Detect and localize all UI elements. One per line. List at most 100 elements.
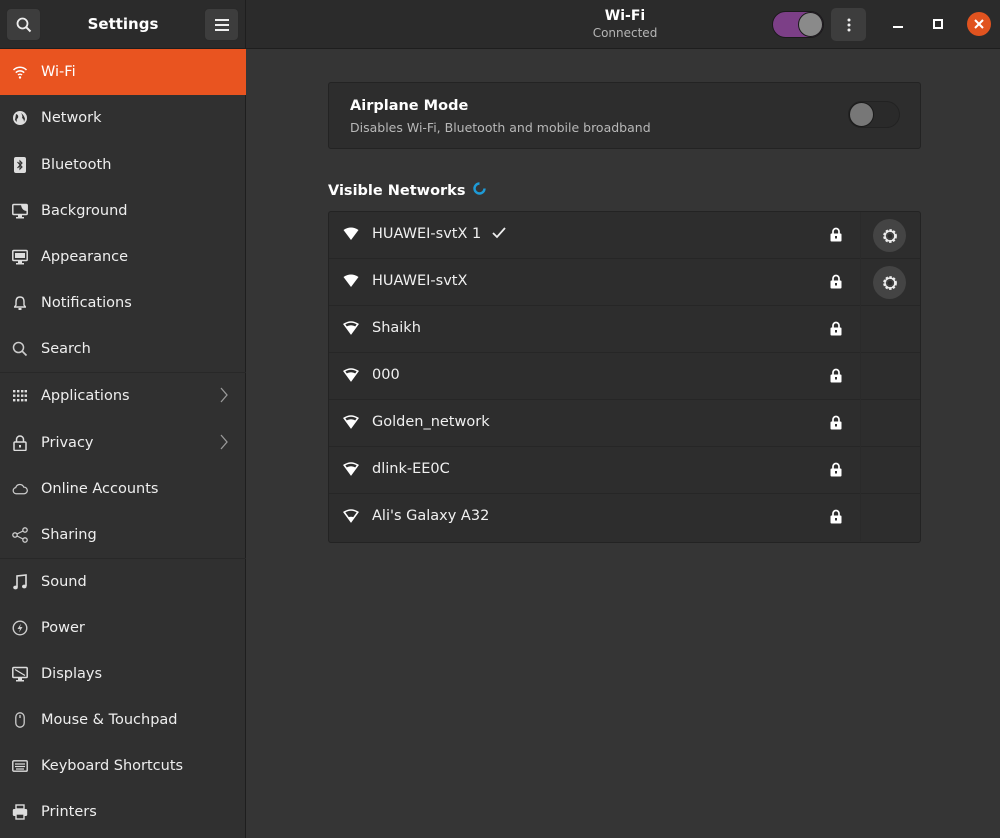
lock-icon (830, 509, 842, 528)
network-settings-cell (860, 447, 920, 494)
sidebar-item-label: Mouse & Touchpad (41, 712, 178, 728)
wifi-icon (12, 64, 28, 80)
network-row[interactable]: dlink-EE0C (329, 447, 920, 494)
wifi-toggle[interactable] (772, 11, 824, 38)
lock-icon (830, 227, 842, 246)
network-settings-cell (860, 494, 920, 541)
sidebar-item-label: Wi-Fi (41, 64, 76, 80)
network-row[interactable]: Ali's Galaxy A32 (329, 494, 920, 541)
sidebar-item-bluetooth[interactable]: Bluetooth (0, 142, 246, 188)
close-button[interactable] (967, 12, 991, 36)
visible-networks-title: Visible Networks (328, 182, 466, 199)
mouse-icon (12, 712, 28, 728)
search-icon (12, 341, 28, 357)
bluetooth-icon (12, 157, 28, 173)
wifi-signal-good-icon (343, 321, 359, 339)
lock-icon (830, 321, 842, 340)
sidebar-item-applications[interactable]: Applications (0, 373, 246, 419)
sidebar-item-search[interactable]: Search (0, 326, 246, 372)
network-name: Shaikh (372, 320, 421, 336)
loading-spinner-icon (473, 182, 487, 199)
chevron-right-icon (220, 387, 228, 407)
sidebar-header: Settings (0, 0, 246, 49)
sidebar-item-privacy[interactable]: Privacy (0, 420, 246, 466)
display-icon (12, 666, 28, 682)
wifi-signal-full-icon (343, 274, 359, 292)
main-menu-button[interactable] (204, 8, 239, 41)
sidebar-item-sound[interactable]: Sound (0, 559, 246, 605)
sidebar-item-printers[interactable]: Printers (0, 789, 246, 835)
sidebar-item-label: Privacy (41, 435, 94, 451)
sidebar-item-label: Power (41, 620, 85, 636)
background-icon (12, 203, 28, 219)
hamburger-menu-icon (214, 18, 229, 31)
checkmark-icon (492, 227, 506, 239)
airplane-mode-toggle[interactable] (848, 101, 900, 128)
main-panel: Airplane Mode Disables Wi-Fi, Bluetooth … (247, 49, 1000, 838)
network-name: 000 (372, 367, 400, 383)
network-row[interactable]: 000 (329, 353, 920, 400)
sidebar-item-keyboard-shortcuts[interactable]: Keyboard Shortcuts (0, 743, 246, 789)
airplane-mode-toggle-knob (849, 102, 874, 127)
network-settings-button[interactable] (873, 266, 906, 299)
bell-icon (12, 295, 28, 311)
wifi-options-button[interactable] (831, 8, 866, 41)
close-icon (974, 19, 984, 29)
sidebar-item-label: Printers (41, 804, 97, 820)
grid-icon (12, 388, 28, 404)
network-row[interactable]: Shaikh (329, 306, 920, 353)
wifi-signal-good-icon (343, 368, 359, 386)
wifi-signal-good-icon (343, 462, 359, 480)
minimize-button[interactable] (886, 12, 910, 36)
app-title: Settings (87, 15, 159, 33)
wifi-signal-weak-icon (343, 509, 359, 527)
sidebar-item-label: Sharing (41, 527, 97, 543)
wifi-toggle-knob (798, 12, 823, 37)
vertical-dots-icon (847, 18, 850, 31)
share-icon (12, 527, 28, 543)
network-settings-button[interactable] (873, 219, 906, 252)
cloud-icon (12, 481, 28, 497)
sidebar-item-label: Applications (41, 388, 130, 404)
sidebar-item-network[interactable]: Network (0, 95, 246, 141)
airplane-mode-row[interactable]: Airplane Mode Disables Wi-Fi, Bluetooth … (328, 82, 921, 149)
network-settings-cell (860, 353, 920, 400)
page-title: Wi-Fi (604, 8, 646, 24)
sidebar-item-wifi[interactable]: Wi-Fi (0, 49, 246, 95)
sidebar-item-notifications[interactable]: Notifications (0, 280, 246, 326)
lock-icon (830, 274, 842, 293)
sidebar-item-label: Bluetooth (41, 157, 112, 173)
keyboard-icon (12, 758, 28, 774)
wifi-signal-full-icon (343, 227, 359, 245)
header-bar: Settings Wi-Fi Connected (0, 0, 1000, 49)
lock-icon (830, 368, 842, 387)
network-settings-cell (860, 400, 920, 447)
network-settings-cell (860, 212, 920, 259)
sidebar-item-online-accounts[interactable]: Online Accounts (0, 466, 246, 512)
sidebar-item-appearance[interactable]: Appearance (0, 234, 246, 280)
wifi-signal-good-icon (343, 415, 359, 433)
maximize-button[interactable] (926, 12, 950, 36)
network-name: Ali's Galaxy A32 (372, 508, 490, 524)
appearance-icon (12, 249, 28, 265)
sidebar-item-background[interactable]: Background (0, 188, 246, 234)
lock-icon (830, 462, 842, 481)
search-icon (16, 17, 31, 32)
search-button[interactable] (6, 8, 41, 41)
airplane-mode-description: Disables Wi-Fi, Bluetooth and mobile bro… (350, 120, 651, 135)
sidebar-item-sharing[interactable]: Sharing (0, 512, 246, 558)
sidebar-item-displays[interactable]: Displays (0, 651, 246, 697)
networks-list: HUAWEI-svtX 1 HUAWEI-svtX Shaikh 000 Gol… (328, 211, 921, 543)
sidebar: Wi-Fi Network Bluetooth Background Appea… (0, 49, 246, 838)
network-name: Golden_network (372, 414, 490, 430)
network-row[interactable]: Golden_network (329, 400, 920, 447)
network-row[interactable]: HUAWEI-svtX 1 (329, 212, 920, 259)
sidebar-item-mouse-touchpad[interactable]: Mouse & Touchpad (0, 697, 246, 743)
lock-icon (12, 435, 28, 451)
sidebar-item-power[interactable]: Power (0, 605, 246, 651)
network-name: HUAWEI-svtX 1 (372, 226, 506, 242)
network-row[interactable]: HUAWEI-svtX (329, 259, 920, 306)
airplane-mode-title: Airplane Mode (350, 98, 469, 114)
network-name: dlink-EE0C (372, 461, 450, 477)
lock-icon (830, 415, 842, 434)
